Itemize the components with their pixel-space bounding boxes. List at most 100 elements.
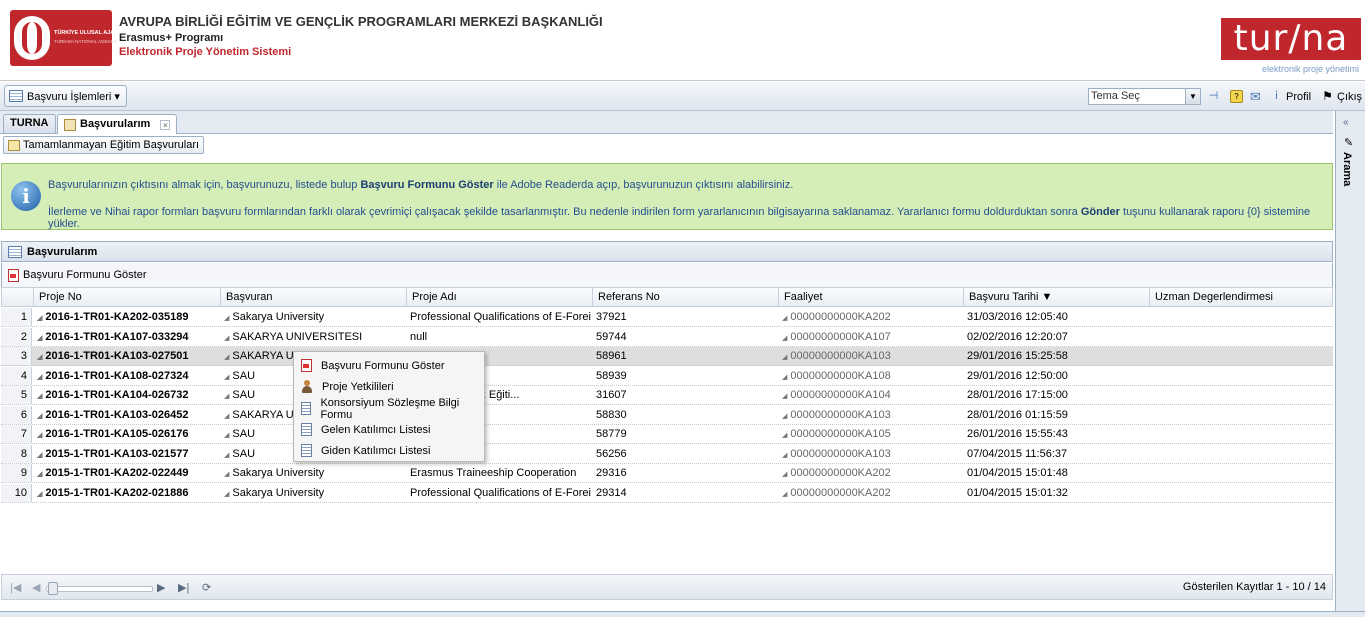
expand-triangle-icon[interactable]: ◢ [37, 491, 42, 498]
cell-ref: 58830 [596, 408, 627, 421]
document-icon [64, 118, 76, 131]
bottom-border [0, 611, 1365, 617]
column-header-proje-no[interactable]: Proje No [33, 288, 220, 307]
table-row[interactable]: 5◢2016-1-TR01-KA104-026732◢SAUlmanca Haz… [1, 386, 1333, 405]
expand-triangle-icon[interactable]: ◢ [224, 335, 229, 342]
table-row[interactable]: 2 ◢ 2016-1-TR01-KA107-033294 ◢ SAKARYA UNIVE… [1, 327, 1333, 347]
basvuru-islemleri-menu-button[interactable]: Başvuru İşlemleri ▾ [4, 85, 127, 107]
info-message-box: i Başvurularınızın çıktısını almak için,… [1, 163, 1333, 230]
theme-select[interactable]: Tema Seç ▼ [1088, 88, 1201, 105]
chevron-down-icon[interactable]: ▼ [1185, 89, 1200, 104]
profile-link[interactable]: Profil [1286, 91, 1311, 103]
expand-triangle-icon[interactable]: ◢ [37, 432, 42, 439]
column-header-referans-no[interactable]: Referans No [592, 288, 778, 307]
prev-page-icon[interactable]: ◀ [32, 581, 40, 594]
mail-icon[interactable]: ✉ [1249, 90, 1262, 103]
expand-triangle-icon[interactable]: ◢ [224, 432, 229, 439]
page-slider[interactable] [46, 586, 153, 592]
pdf-icon [8, 268, 19, 282]
row-number: 3 [1, 347, 32, 365]
help-icon[interactable]: ? [1230, 90, 1243, 103]
close-tab-icon[interactable]: × [160, 119, 171, 130]
expand-triangle-icon[interactable]: ◢ [224, 315, 229, 322]
expand-triangle-icon[interactable]: ◢ [224, 452, 229, 459]
ctx-outgoing-participants[interactable]: Giden Katılımcı Listesi [294, 440, 484, 461]
table-row[interactable]: 8 ◢ 2015-1-TR01-KA103-021577 ◢ SAU 56256 ◢ 0000… [1, 444, 1333, 464]
expand-triangle-icon[interactable]: ◢ [224, 413, 229, 420]
expand-triangle-icon[interactable]: ◢ [782, 432, 787, 439]
cell-basvuran: ◢ Sakarya University [224, 486, 325, 499]
table-row[interactable]: 3 ◢ 2016-1-TR01-KA103-027501 ◢ SAKARYA UNI 58… [1, 347, 1333, 366]
expand-triangle-icon[interactable]: ◢ [782, 452, 787, 459]
column-header-basvuru-tarihi[interactable]: Başvuru Tarihi ▼ [963, 288, 1149, 307]
tab-turna[interactable]: TURNA [3, 114, 56, 133]
cell-basvuran: ◢ Sakarya University [224, 467, 325, 479]
edit-icon [8, 139, 20, 151]
expand-triangle-icon[interactable]: ◢ [782, 354, 787, 361]
expand-triangle-icon[interactable]: ◢ [37, 393, 42, 400]
table-row[interactable]: 1 ◢ 2016-1-TR01-KA202-035189 ◢ Sakarya Unive… [1, 308, 1333, 327]
expand-triangle-icon[interactable]: ◢ [37, 471, 42, 478]
ctx-show-application-form[interactable]: Başvuru Formunu Göster [294, 355, 484, 376]
column-header-faaliyet[interactable]: Faaliyet [778, 288, 964, 307]
cell-ref: 56256 [596, 447, 627, 460]
system-name: Elektronik Proje Yönetim Sistemi [119, 46, 292, 58]
expand-triangle-icon[interactable]: ◢ [782, 374, 787, 381]
expand-triangle-icon[interactable]: ◢ [782, 335, 787, 342]
expand-triangle-icon[interactable]: ◢ [782, 315, 787, 322]
ctx-project-authorities[interactable]: Proje Yetkilileri [294, 376, 484, 397]
ctx-consortium-agreement-form[interactable]: Konsorsiyum Sözleşme Bilgi Formu [294, 397, 484, 421]
row-number: 8 [1, 444, 32, 463]
expand-triangle-icon[interactable]: ◢ [782, 471, 787, 478]
row-number: 10 [1, 483, 32, 502]
table-row[interactable]: 9 ◢ 2015-1-TR01-KA202-022449 ◢ Sakarya Unive… [1, 464, 1333, 483]
table-row[interactable]: 6 ◢ 2016-1-TR01-KA103-026452 ◢ SAKARYA UNI 58… [1, 405, 1333, 425]
cell-proje-no: ◢ 2015-1-TR01-KA103-021577 [37, 447, 189, 460]
expand-triangle-icon[interactable]: ◢ [37, 374, 42, 381]
logout-icon[interactable]: ⚑ [1321, 90, 1334, 103]
search-panel-label[interactable]: Arama [1341, 152, 1353, 186]
page-slider-thumb[interactable] [48, 582, 58, 595]
expand-triangle-icon[interactable]: ◢ [224, 491, 229, 498]
expand-triangle-icon[interactable]: ◢ [782, 393, 787, 400]
expand-triangle-icon[interactable]: ◢ [782, 491, 787, 498]
tab-basvurularim[interactable]: Başvurularım × [57, 114, 178, 134]
expand-triangle-icon[interactable]: ◢ [224, 354, 229, 361]
collapse-panel-icon[interactable]: « [1343, 117, 1349, 128]
next-page-icon[interactable]: ▶ [157, 581, 165, 594]
first-page-icon[interactable]: |◀ [10, 581, 21, 594]
show-application-form-button[interactable]: Başvuru Formunu Göster [23, 269, 147, 281]
expand-triangle-icon[interactable]: ◢ [224, 393, 229, 400]
column-header-basvuran[interactable]: Başvuran [220, 288, 406, 307]
table-row[interactable]: 7 ◢ 2016-1-TR01-KA105-026176 ◢ SAU 58779 ◢ 0000… [1, 425, 1333, 444]
column-header-uzman-degerlendirmesi[interactable]: Uzman Degerlendirmesi [1149, 288, 1334, 307]
turna-logo: tur/na [1221, 18, 1361, 60]
expand-triangle-icon[interactable]: ◢ [37, 335, 42, 342]
row-number: 9 [1, 464, 32, 482]
row-number: 5 [1, 386, 32, 404]
expand-triangle-icon[interactable]: ◢ [224, 374, 229, 381]
expand-triangle-icon[interactable]: ◢ [224, 471, 229, 478]
ctx-incoming-participants[interactable]: Gelen Katılımcı Listesi [294, 419, 484, 440]
column-header-proje-adi[interactable]: Proje Adı [406, 288, 592, 307]
last-page-icon[interactable]: ▶| [178, 581, 189, 594]
table-row[interactable]: 4 ◢ 2016-1-TR01-KA108-027324 ◢ SAU 58939 ◢ 0000… [1, 366, 1333, 386]
search-side-panel [1335, 111, 1365, 616]
expand-triangle-icon[interactable]: ◢ [37, 315, 42, 322]
expand-triangle-icon[interactable]: ◢ [782, 413, 787, 420]
expand-triangle-icon[interactable]: ◢ [37, 354, 42, 361]
logout-link[interactable]: Çıkış [1337, 91, 1362, 103]
info-line-1: Başvurularınızın çıktısını almak için, b… [48, 179, 794, 191]
pin-icon[interactable]: ⊣ [1207, 90, 1220, 103]
paging-toolbar: |◀ ◀ ▶ ▶| ⟳ Gösterilen Kayıtlar 1 - 10 /… [1, 574, 1333, 600]
table-row[interactable]: 10 ◢ 2015-1-TR01-KA202-021886 ◢ Sakarya Univ… [1, 483, 1333, 503]
expand-triangle-icon[interactable]: ◢ [37, 413, 42, 420]
info-icon[interactable]: ⅰ [1270, 90, 1283, 103]
refresh-icon[interactable]: ⟳ [202, 581, 211, 594]
expand-triangle-icon[interactable]: ◢ [37, 452, 42, 459]
cell-ref: 58939 [596, 369, 627, 382]
search-pencil-icon[interactable]: ✎ [1344, 136, 1353, 149]
tamamlanmayan-basvurular-button[interactable]: Tamamlanmayan Eğitim Başvuruları [3, 136, 205, 154]
row-number: 6 [1, 405, 32, 424]
app-header: TÜRKİYE ULUSAL AJANSI TURKISH NATIONAL A… [0, 0, 1365, 81]
